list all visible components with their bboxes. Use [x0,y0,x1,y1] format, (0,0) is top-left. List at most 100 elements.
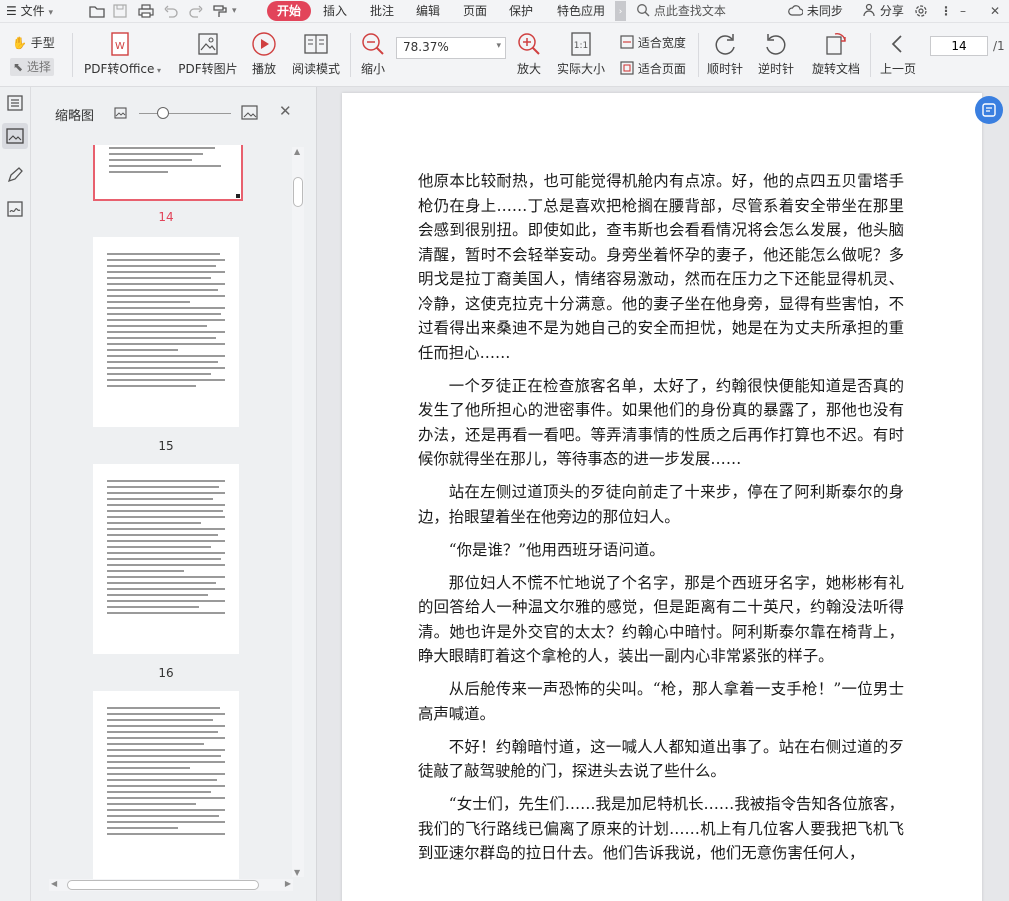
scrollbar-thumb[interactable] [293,177,303,207]
quick-access-chevron-icon[interactable]: ▾ [232,0,237,22]
file-menu[interactable]: ☰ 文件 ▾ [6,0,53,22]
thumbnail-text-lines [107,253,225,391]
close-window-icon[interactable]: ✕ [990,0,1000,22]
share-icon [863,3,875,17]
hand-icon: ✋ [12,36,27,50]
left-icon-rail [0,87,31,901]
chevron-down-icon: ▾ [496,41,501,51]
share-button[interactable]: 分享 [862,0,904,22]
thumbnail-text-lines [107,480,225,618]
fit-page-button[interactable]: 适合页面 [620,60,686,78]
more-tabs-chevron-icon[interactable]: › [615,1,626,21]
search-placeholder: 点此查找文本 [653,4,726,18]
tab-edit[interactable]: 编辑 [416,0,440,22]
format-painter-icon[interactable] [212,3,228,25]
search-box[interactable]: 点此查找文本 [636,0,726,22]
scroll-down-icon[interactable]: ▼ [294,868,300,877]
zoom-select[interactable]: 78.37% ▾ [396,37,506,59]
thumbnail-panel-tab[interactable] [2,123,28,149]
rotate-clockwise-label: 顺时针 [706,62,743,76]
fit-width-button[interactable]: 适合宽度 [620,34,686,52]
zoom-in-label: 放大 [516,62,541,76]
close-panel-icon[interactable]: ✕ [279,102,292,120]
undo-icon[interactable] [163,3,179,25]
toolbar-divider [350,33,351,77]
save-icon[interactable] [112,3,128,25]
scroll-right-icon[interactable]: ▶ [285,879,291,888]
thumbnail-page-17[interactable] [93,691,239,881]
floating-translate-button[interactable] [975,96,1003,124]
thumbnail-horizontal-scrollbar[interactable]: ◀ ▶ [49,879,293,891]
pdf-to-image-button[interactable]: PDF转图片 [178,31,238,77]
sync-status[interactable]: 未同步 [788,0,843,22]
scroll-left-icon[interactable]: ◀ [51,879,57,888]
thumbnail-page-16[interactable] [93,464,239,654]
page-number-input[interactable] [930,36,988,56]
rotate-clockwise-icon [715,34,735,55]
thumbnail-page-14[interactable] [93,145,243,201]
search-icon [637,4,650,17]
paragraph: 站在左侧过道顶头的歹徒向前走了十来步，停在了阿利斯泰尔的身边，抬眼望着坐在他旁边… [418,483,904,526]
thumbnail-text-lines [109,147,227,177]
tab-insert[interactable]: 插入 [323,0,347,22]
hand-tool-button[interactable]: ✋ 手型 [12,34,55,52]
more-menu-icon[interactable]: ⋮ [940,0,952,22]
select-tool-button[interactable]: ⬉ 选择 [10,58,54,76]
play-button[interactable]: 播放 [249,31,279,77]
cursor-icon: ⬉ [13,60,24,74]
toolbar-divider [870,33,871,77]
rotate-counterclockwise-label: 逆时针 [757,62,794,76]
pdf-to-office-label: PDF转Office [84,62,155,76]
thumbnail-vertical-scrollbar[interactable]: ▲ ▼ [292,147,304,877]
cloud-sync-icon [788,5,804,16]
thumbnail-icon [6,128,24,144]
tab-special-apps[interactable]: 特色应用 [557,0,605,22]
signature-icon[interactable] [5,199,25,219]
thumbnail-size-slider[interactable] [139,113,231,114]
menu-bar: ☰ 文件 ▾ ▾ 开始 插入 批注 编辑 页面 保护 特色应用 › 点此查找文本… [0,0,1009,23]
zoom-out-button[interactable]: 缩小 [358,31,388,77]
paragraph: 一个歹徒正在检查旅客名单，太好了，约翰很快便能知道是否真的发生了他所担心的泄密事… [418,376,904,469]
rotate-document-button[interactable]: 旋转文档 [808,31,864,77]
small-thumbnail-icon[interactable] [114,107,127,119]
actual-size-button[interactable]: 1:1 实际大小 [556,31,606,77]
document-tool-icon [982,103,996,117]
annotation-icon[interactable] [5,165,25,185]
print-icon[interactable] [138,3,154,25]
pdf-to-office-button[interactable]: W PDF转Office ▾ [84,31,161,77]
rotate-clockwise-button[interactable]: 顺时针 [705,31,745,77]
tab-annotate[interactable]: 批注 [370,0,394,22]
scrollbar-thumb[interactable] [67,880,259,890]
read-mode-button[interactable]: 阅读模式 [291,31,341,77]
document-viewer[interactable]: 他原本比较耐热，也可能觉得机舱内有点凉。好，他的点四五贝雷塔手枪仍在身上……丁总… [317,87,1009,901]
zoom-out-label: 缩小 [360,62,385,76]
play-icon [252,32,276,56]
zoom-in-icon [518,33,540,55]
minimize-icon[interactable]: – [960,0,966,22]
paragraph: 不好！约翰暗忖道，这一喊人人都知道出事了。站在右侧过道的歹徒敲了敲驾驶舱的门，探… [418,737,904,781]
rotate-counterclockwise-button[interactable]: 逆时针 [756,31,796,77]
zoom-in-button[interactable]: 放大 [514,31,544,77]
thumbnail-page-number: 15 [158,439,174,453]
thumbnail-page-15[interactable] [93,237,239,427]
tab-home[interactable]: 开始 [267,1,312,21]
tab-page[interactable]: 页面 [463,0,487,22]
svg-text:1:1: 1:1 [574,41,588,51]
bookmark-list-icon[interactable] [5,93,25,113]
thumbnail-page-number: 16 [158,666,174,680]
fit-page-icon [620,61,634,75]
previous-page-button[interactable]: 上一页 [878,31,918,77]
scroll-up-icon[interactable]: ▲ [294,147,300,156]
hamburger-icon: ☰ [6,4,17,18]
redo-icon[interactable] [188,3,204,25]
paragraph: 那位妇人不慌不忙地说了个名字，那是个西班牙名字，她彬彬有礼的回答给人一种温文尔雅… [418,573,904,666]
hand-tool-label: 手型 [30,36,55,50]
tab-protect[interactable]: 保护 [509,0,533,22]
page-text: 他原本比较耐热，也可能觉得机舱内有点凉。好，他的点四五贝雷塔手枪仍在身上……丁总… [418,169,904,874]
large-thumbnail-icon[interactable] [241,105,258,120]
slider-handle[interactable] [157,107,169,119]
settings-gear-icon[interactable] [913,3,929,25]
toolbar-divider [698,33,699,77]
open-folder-icon[interactable] [89,3,105,25]
fit-page-label: 适合页面 [637,62,686,76]
